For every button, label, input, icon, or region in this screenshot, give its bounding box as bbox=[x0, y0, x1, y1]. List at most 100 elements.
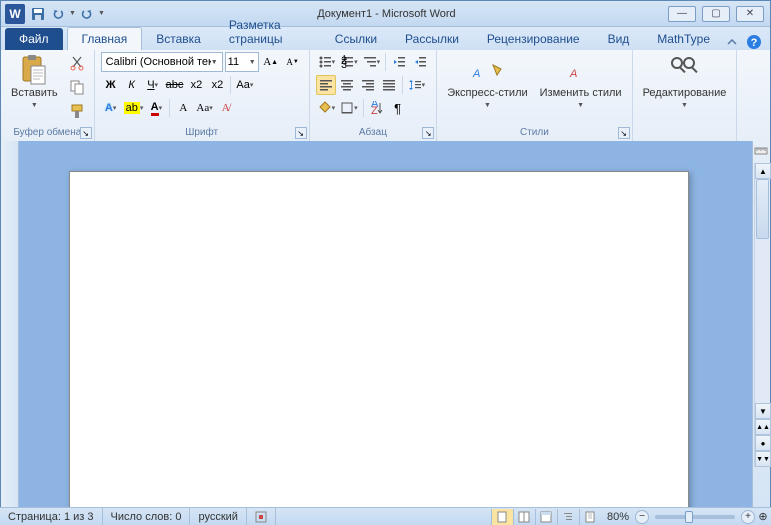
zoom-fit-button[interactable]: ⊕ bbox=[755, 510, 771, 523]
borders-button[interactable]: ▾ bbox=[338, 98, 360, 118]
svg-text:3: 3 bbox=[341, 59, 347, 69]
print-layout-view-button[interactable] bbox=[491, 509, 513, 525]
group-paragraph: ▾ 123▾ ▾ ▾ ▾ ▾ bbox=[310, 50, 438, 141]
view-buttons bbox=[491, 509, 601, 525]
paragraph-dialog-launcher[interactable]: ↘ bbox=[422, 127, 434, 139]
strikethrough-button[interactable]: abc bbox=[164, 75, 186, 95]
quick-styles-button[interactable]: A Экспресс-стили▼ bbox=[443, 52, 531, 113]
next-page-button[interactable]: ▼▼ bbox=[755, 451, 771, 467]
tab-insert[interactable]: Вставка bbox=[142, 28, 215, 50]
quick-styles-label: Экспресс-стили bbox=[447, 87, 527, 99]
status-words[interactable]: Число слов: 0 bbox=[103, 508, 191, 525]
browse-object-button[interactable]: ● bbox=[755, 435, 771, 451]
line-spacing-button[interactable]: ▾ bbox=[406, 75, 428, 95]
character-shading-button[interactable]: A bbox=[173, 98, 193, 118]
font-size-combo[interactable]: 11▼ bbox=[225, 52, 259, 72]
prev-page-button[interactable]: ▲▲ bbox=[755, 419, 771, 435]
superscript-button[interactable]: x2 bbox=[207, 75, 227, 95]
tab-view[interactable]: Вид bbox=[594, 28, 644, 50]
justify-button[interactable] bbox=[379, 75, 399, 95]
paste-icon bbox=[18, 54, 50, 86]
zoom-in-button[interactable]: + bbox=[741, 510, 755, 524]
tab-file[interactable]: Файл bbox=[5, 28, 63, 50]
save-icon[interactable] bbox=[29, 5, 47, 23]
help-icon[interactable]: ? bbox=[746, 34, 762, 50]
font-color-button[interactable]: A▾ bbox=[146, 98, 166, 118]
draft-view-button[interactable] bbox=[579, 509, 601, 525]
ruler-toggle-icon[interactable] bbox=[754, 144, 770, 160]
status-macro-icon[interactable] bbox=[247, 508, 276, 525]
numbering-button[interactable]: 123▾ bbox=[338, 52, 360, 72]
italic-button[interactable]: К bbox=[122, 75, 142, 95]
group-styles: A Экспресс-стили▼ A Изменить стили▼ Стил… bbox=[437, 50, 632, 141]
copy-button[interactable] bbox=[66, 76, 88, 98]
zoom-level[interactable]: 80% bbox=[601, 511, 635, 523]
show-hide-button[interactable]: ¶ bbox=[388, 98, 408, 118]
tab-references[interactable]: Ссылки bbox=[321, 28, 391, 50]
undo-icon[interactable] bbox=[49, 5, 67, 23]
paste-button[interactable]: Вставить▼ bbox=[7, 52, 62, 113]
full-screen-view-button[interactable] bbox=[513, 509, 535, 525]
bullets-button[interactable]: ▾ bbox=[316, 52, 338, 72]
status-language[interactable]: русский bbox=[190, 508, 246, 525]
subscript-button[interactable]: x2 bbox=[186, 75, 206, 95]
vertical-scrollbar[interactable]: ▲ ▼ ▲▲ ● ▼▼ bbox=[754, 163, 770, 467]
align-right-button[interactable] bbox=[358, 75, 378, 95]
scroll-up-button[interactable]: ▲ bbox=[755, 163, 771, 179]
vertical-ruler bbox=[1, 141, 19, 507]
zoom-slider[interactable] bbox=[655, 515, 735, 519]
web-layout-view-button[interactable] bbox=[535, 509, 557, 525]
font-size-value: 11 bbox=[228, 56, 239, 68]
shading-button[interactable]: ▾ bbox=[316, 98, 338, 118]
tab-home[interactable]: Главная bbox=[67, 27, 143, 50]
zoom-out-button[interactable]: − bbox=[635, 510, 649, 524]
svg-text:A: A bbox=[569, 68, 577, 80]
clear-formatting-button[interactable]: A̸ bbox=[216, 98, 236, 118]
format-painter-button[interactable] bbox=[66, 100, 88, 122]
cut-button[interactable] bbox=[66, 52, 88, 74]
minimize-button[interactable]: ― bbox=[668, 6, 696, 22]
document-page[interactable] bbox=[69, 171, 689, 507]
clipboard-dialog-launcher[interactable]: ↘ bbox=[80, 127, 92, 139]
editing-button[interactable]: Редактирование▼ bbox=[639, 52, 731, 113]
redo-icon[interactable] bbox=[78, 5, 96, 23]
align-left-button[interactable] bbox=[316, 75, 336, 95]
align-center-button[interactable] bbox=[337, 75, 357, 95]
styles-dialog-launcher[interactable]: ↘ bbox=[618, 127, 630, 139]
tab-mathtype[interactable]: MathType bbox=[643, 28, 724, 50]
status-page[interactable]: Страница: 1 из 3 bbox=[0, 508, 103, 525]
sort-button[interactable]: AZ bbox=[367, 98, 387, 118]
undo-dropdown-icon[interactable]: ▼ bbox=[69, 10, 76, 17]
tab-page-layout[interactable]: Разметка страницы bbox=[215, 14, 321, 50]
change-case-button[interactable]: Aa▾ bbox=[234, 75, 255, 95]
scroll-down-button[interactable]: ▼ bbox=[755, 403, 771, 419]
zoom-slider-thumb[interactable] bbox=[685, 511, 693, 523]
maximize-button[interactable]: ▢ bbox=[702, 6, 730, 22]
paragraph-group-label: Абзац bbox=[316, 126, 431, 141]
shrink-font-button[interactable]: A▼ bbox=[283, 52, 303, 72]
qat-customize-icon[interactable]: ▼ bbox=[98, 10, 105, 17]
outline-view-button[interactable] bbox=[557, 509, 579, 525]
ribbon-tabs: Файл Главная Вставка Разметка страницы С… bbox=[1, 27, 770, 50]
font-name-value: Calibri (Основной текст) bbox=[106, 56, 211, 68]
change-styles-button[interactable]: A Изменить стили▼ bbox=[536, 52, 626, 113]
scroll-thumb[interactable] bbox=[756, 179, 769, 239]
tab-mailings[interactable]: Рассылки bbox=[391, 28, 473, 50]
decrease-indent-button[interactable] bbox=[389, 52, 409, 72]
multilevel-list-button[interactable]: ▾ bbox=[361, 52, 383, 72]
font-name-combo[interactable]: Calibri (Основной текст)▼ bbox=[101, 52, 223, 72]
enclose-characters-button[interactable]: Aa▾ bbox=[194, 98, 214, 118]
styles-group-label: Стили bbox=[443, 126, 625, 141]
svg-text:?: ? bbox=[751, 37, 758, 49]
font-dialog-launcher[interactable]: ↘ bbox=[295, 127, 307, 139]
text-effects-button[interactable]: A▾ bbox=[101, 98, 121, 118]
underline-button[interactable]: Ч ▾ bbox=[143, 75, 163, 95]
tab-review[interactable]: Рецензирование bbox=[473, 28, 594, 50]
bold-button[interactable]: Ж bbox=[101, 75, 121, 95]
close-button[interactable]: ✕ bbox=[736, 6, 764, 22]
grow-font-button[interactable]: A▲ bbox=[261, 52, 281, 72]
highlight-button[interactable]: ab▾ bbox=[122, 98, 146, 118]
minimize-ribbon-icon[interactable] bbox=[724, 34, 740, 50]
increase-indent-button[interactable] bbox=[410, 52, 430, 72]
svg-text:Z: Z bbox=[371, 105, 378, 115]
